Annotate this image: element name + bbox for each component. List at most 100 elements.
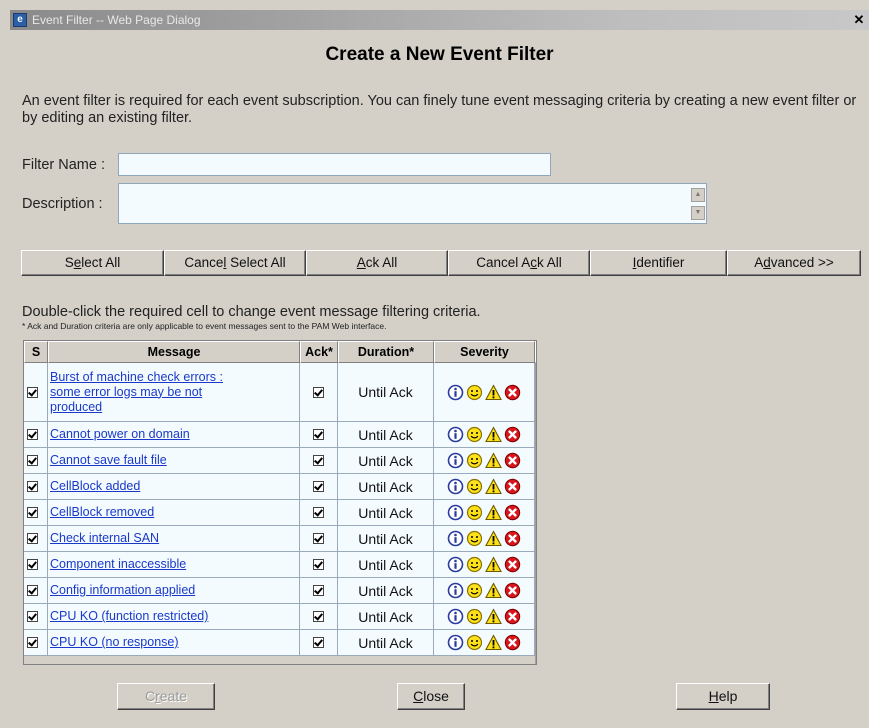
duration-cell[interactable]: Until Ack (338, 448, 434, 474)
table-row[interactable]: Cannot power on domain Until Ack (24, 422, 536, 448)
warning-icon[interactable] (485, 478, 502, 495)
select-cell[interactable] (24, 474, 48, 500)
error-icon[interactable] (504, 530, 521, 547)
select-cell[interactable] (24, 630, 48, 656)
description-field[interactable]: ▲ ▼ (118, 183, 707, 224)
success-icon[interactable] (466, 556, 483, 573)
duration-cell[interactable]: Until Ack (338, 422, 434, 448)
ack-cell[interactable] (300, 578, 338, 604)
duration-cell[interactable]: Until Ack (338, 604, 434, 630)
message-cell[interactable]: Burst of machine check errors : some err… (48, 363, 300, 422)
filter-name-input[interactable] (118, 153, 551, 176)
error-icon[interactable] (504, 426, 521, 443)
ack-checkbox[interactable] (313, 585, 324, 596)
advanced-button[interactable]: Advanced >> (727, 250, 861, 276)
info-icon[interactable] (447, 608, 464, 625)
message-link[interactable]: Config information applied (48, 583, 195, 598)
success-icon[interactable] (466, 452, 483, 469)
error-icon[interactable] (504, 634, 521, 651)
message-cell[interactable]: CellBlock removed (48, 500, 300, 526)
message-cell[interactable]: CellBlock added (48, 474, 300, 500)
success-icon[interactable] (466, 530, 483, 547)
table-scrollbar[interactable]: ▲ ▼ (535, 363, 537, 664)
scroll-down-arrow-icon[interactable]: ▼ (691, 206, 705, 220)
success-icon[interactable] (466, 582, 483, 599)
success-icon[interactable] (466, 426, 483, 443)
error-icon[interactable] (504, 582, 521, 599)
info-icon[interactable] (447, 426, 464, 443)
scrollbar-thumb[interactable] (536, 380, 537, 432)
close-button[interactable]: Close (397, 683, 465, 710)
severity-cell[interactable] (434, 474, 535, 500)
ack-cell[interactable] (300, 422, 338, 448)
message-link[interactable]: Cannot power on domain (48, 427, 190, 442)
message-cell[interactable]: Check internal SAN (48, 526, 300, 552)
message-link[interactable]: Check internal SAN (48, 531, 159, 546)
warning-icon[interactable] (485, 504, 502, 521)
info-icon[interactable] (447, 634, 464, 651)
message-link[interactable]: Cannot save fault file (48, 453, 167, 468)
severity-cell[interactable] (434, 552, 535, 578)
table-row[interactable]: CPU KO (function restricted) Until Ack (24, 604, 536, 630)
scroll-down-arrow-icon[interactable]: ▼ (536, 646, 537, 662)
select-all-button[interactable]: Select All (21, 250, 164, 276)
ack-cell[interactable] (300, 604, 338, 630)
identifier-button[interactable]: Identifier (590, 250, 727, 276)
ack-cell[interactable] (300, 552, 338, 578)
ack-checkbox[interactable] (313, 559, 324, 570)
duration-cell[interactable]: Until Ack (338, 526, 434, 552)
select-checkbox[interactable] (27, 386, 38, 398)
info-icon[interactable] (447, 556, 464, 573)
ack-cell[interactable] (300, 363, 338, 422)
message-link[interactable]: Burst of machine check errors : some err… (48, 370, 299, 415)
info-icon[interactable] (447, 530, 464, 547)
ack-checkbox[interactable] (313, 637, 324, 648)
warning-icon[interactable] (485, 608, 502, 625)
ack-checkbox[interactable] (313, 429, 324, 440)
warning-icon[interactable] (485, 556, 502, 573)
severity-cell[interactable] (434, 422, 535, 448)
severity-cell[interactable] (434, 604, 535, 630)
select-cell[interactable] (24, 604, 48, 630)
ack-cell[interactable] (300, 526, 338, 552)
table-row[interactable]: CellBlock added Until Ack (24, 474, 536, 500)
duration-cell[interactable]: Until Ack (338, 500, 434, 526)
warning-icon[interactable] (485, 383, 502, 401)
select-checkbox[interactable] (27, 559, 38, 570)
message-link[interactable]: CellBlock added (48, 479, 140, 494)
message-link[interactable]: CellBlock removed (48, 505, 154, 520)
select-cell[interactable] (24, 500, 48, 526)
select-checkbox[interactable] (27, 429, 38, 440)
table-row[interactable]: CPU KO (no response) Until Ack (24, 630, 536, 656)
warning-icon[interactable] (485, 452, 502, 469)
duration-cell[interactable]: Until Ack (338, 474, 434, 500)
duration-cell[interactable]: Until Ack (338, 578, 434, 604)
severity-cell[interactable] (434, 630, 535, 656)
ack-cell[interactable] (300, 448, 338, 474)
duration-cell[interactable]: Until Ack (338, 552, 434, 578)
info-icon[interactable] (447, 504, 464, 521)
warning-icon[interactable] (485, 426, 502, 443)
info-icon[interactable] (447, 384, 464, 401)
select-checkbox[interactable] (27, 585, 38, 596)
warning-icon[interactable] (485, 634, 502, 651)
severity-cell[interactable] (434, 448, 535, 474)
select-checkbox[interactable] (27, 455, 38, 466)
help-button[interactable]: Help (676, 683, 770, 710)
message-cell[interactable]: Config information applied (48, 578, 300, 604)
duration-cell[interactable]: Until Ack (338, 630, 434, 656)
table-row[interactable]: Check internal SAN Until Ack (24, 526, 536, 552)
table-row[interactable]: Cannot save fault file Until Ack (24, 448, 536, 474)
error-icon[interactable] (504, 556, 521, 573)
success-icon[interactable] (466, 384, 483, 401)
success-icon[interactable] (466, 634, 483, 651)
ack-checkbox[interactable] (313, 386, 324, 398)
select-cell[interactable] (24, 422, 48, 448)
select-cell[interactable] (24, 448, 48, 474)
message-cell[interactable]: CPU KO (function restricted) (48, 604, 300, 630)
table-row[interactable]: Burst of machine check errors : some err… (24, 363, 536, 422)
error-icon[interactable] (504, 384, 521, 401)
severity-cell[interactable] (434, 363, 535, 422)
severity-cell[interactable] (434, 578, 535, 604)
message-cell[interactable]: CPU KO (no response) (48, 630, 300, 656)
